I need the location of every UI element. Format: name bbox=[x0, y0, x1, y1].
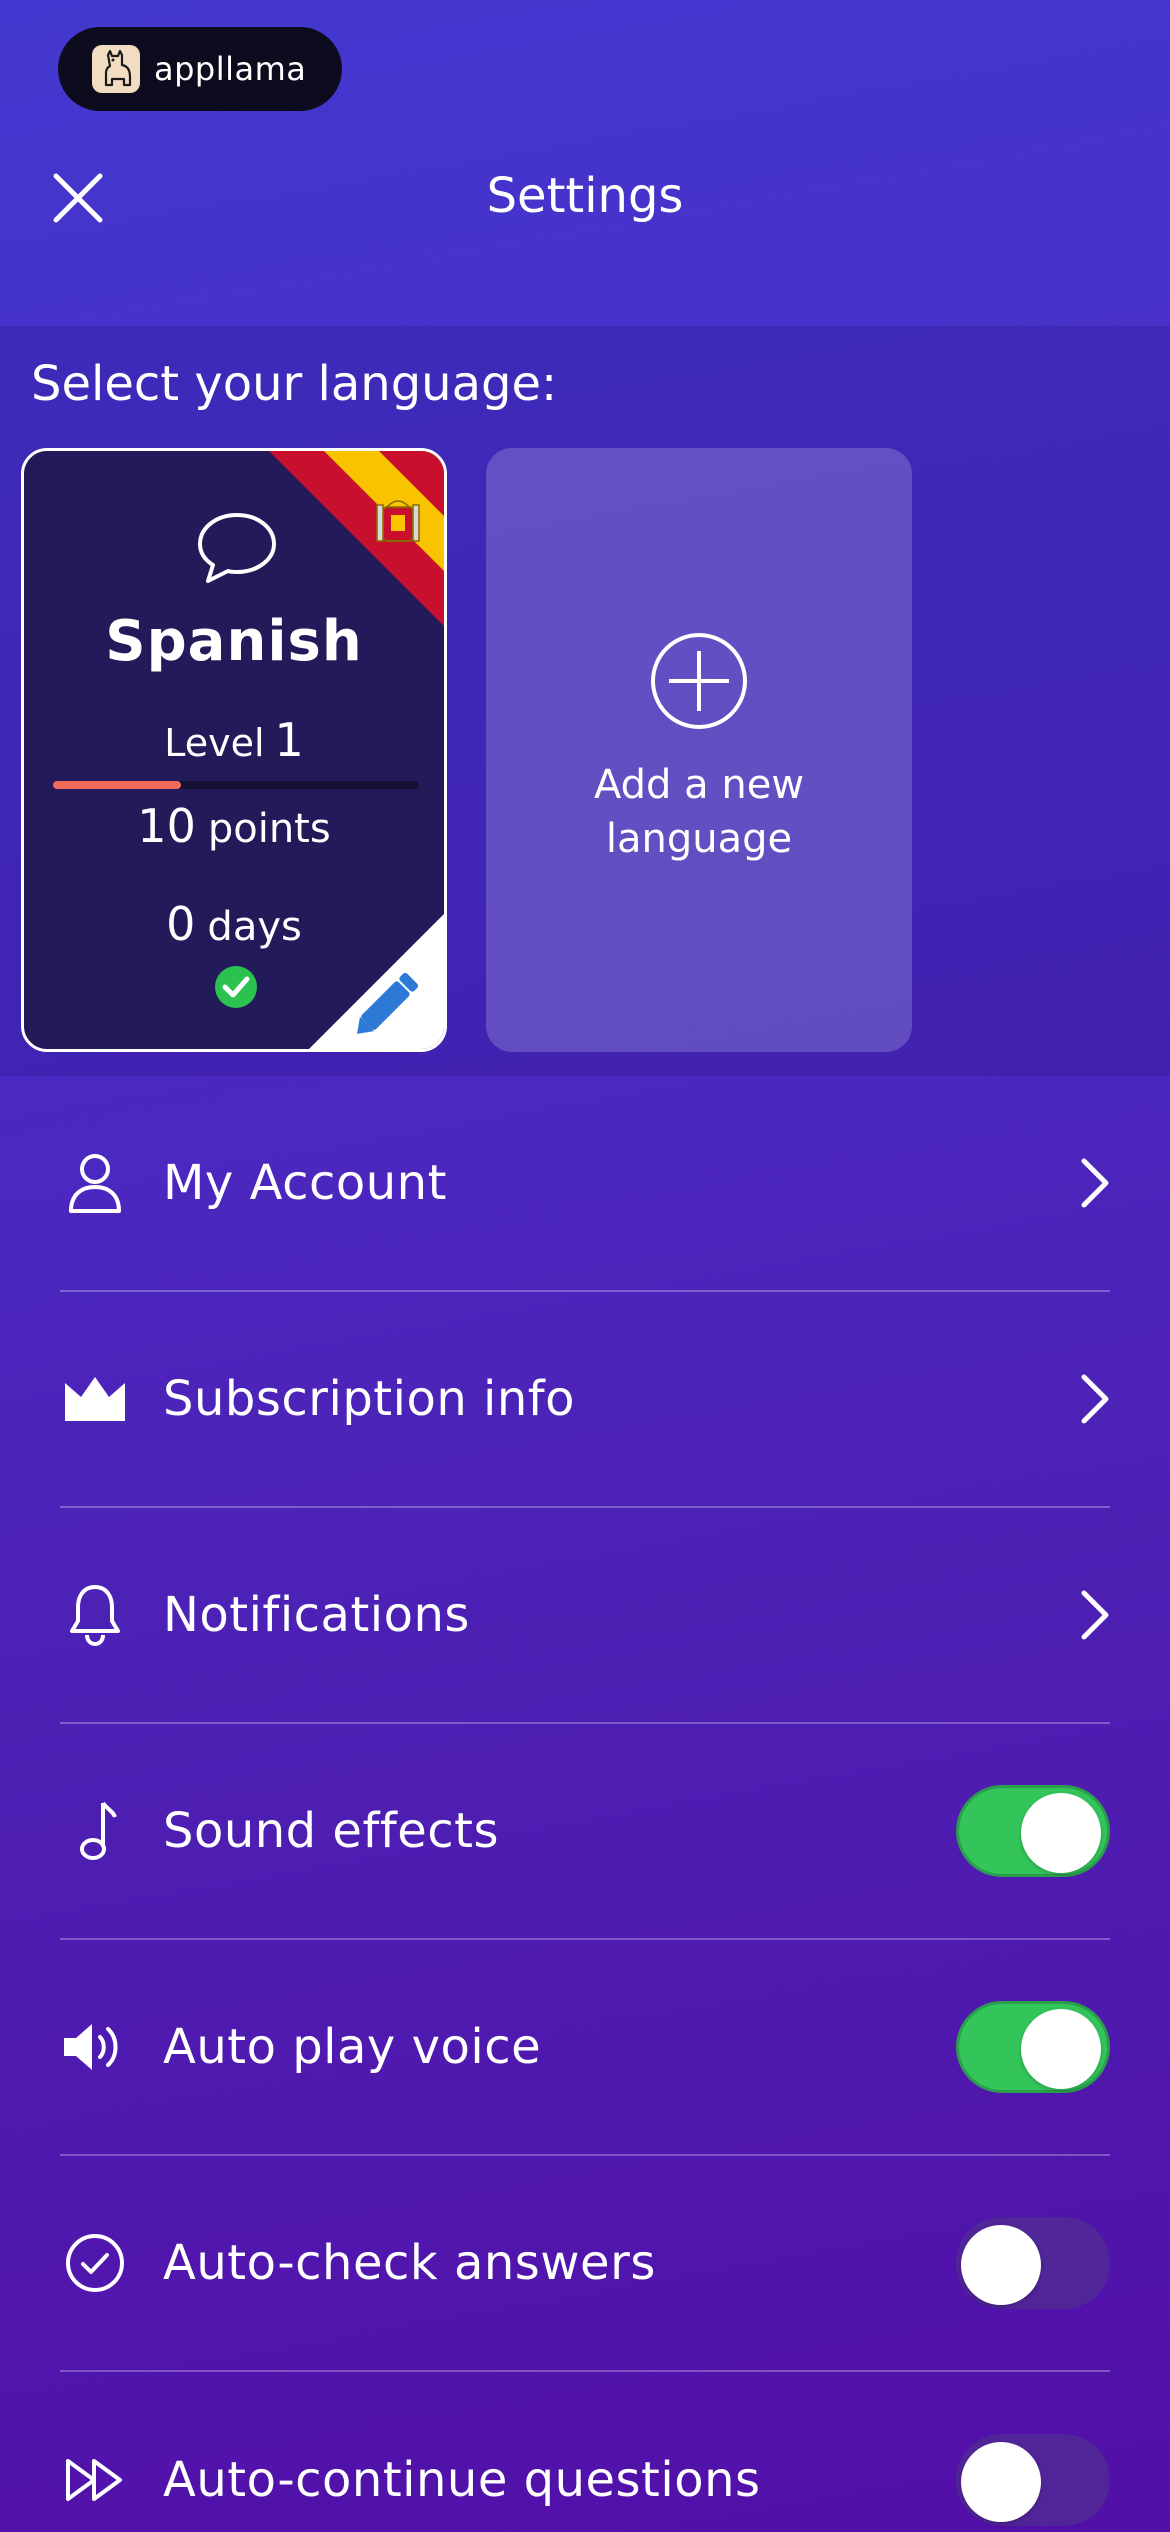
notifications-label: Notifications bbox=[163, 1587, 470, 1643]
spain-flag-icon bbox=[269, 451, 444, 626]
points-label: points bbox=[207, 806, 331, 852]
auto-continue-toggle[interactable] bbox=[956, 2434, 1110, 2526]
page-title: Settings bbox=[486, 168, 684, 224]
level-progress-fill bbox=[53, 781, 182, 789]
speaker-icon bbox=[60, 2012, 130, 2082]
check-circle-outline-icon bbox=[60, 2228, 130, 2298]
llama-logo-icon bbox=[92, 45, 140, 93]
notifications-row[interactable]: Notifications bbox=[60, 1508, 1110, 1724]
chevron-right-icon bbox=[1081, 1590, 1109, 1640]
fast-forward-icon bbox=[60, 2445, 130, 2515]
sound-effects-row: Sound effects bbox=[60, 1724, 1110, 1940]
toggle-knob bbox=[1021, 2009, 1101, 2089]
sound-effects-label: Sound effects bbox=[163, 1803, 499, 1859]
auto-check-toggle[interactable] bbox=[956, 2217, 1110, 2309]
level-progress-bar bbox=[53, 781, 419, 789]
auto-check-label: Auto-check answers bbox=[163, 2235, 656, 2291]
language-card-spanish[interactable]: Spanish Level 1 10 points 0 days bbox=[21, 448, 447, 1052]
my-account-label: My Account bbox=[163, 1155, 447, 1211]
points-value: 10 bbox=[137, 799, 196, 853]
language-name: Spanish bbox=[105, 609, 363, 674]
crown-icon bbox=[60, 1364, 130, 1434]
auto-check-row: Auto-check answers bbox=[60, 2156, 1110, 2372]
subscription-row[interactable]: Subscription info bbox=[60, 1292, 1110, 1508]
brand-pill: appllama bbox=[58, 27, 342, 111]
bell-icon bbox=[60, 1580, 130, 1650]
toggle-knob bbox=[961, 2225, 1041, 2305]
music-note-icon bbox=[60, 1796, 130, 1866]
auto-continue-label: Auto-continue questions bbox=[163, 2452, 761, 2508]
auto-play-voice-row: Auto play voice bbox=[60, 1940, 1110, 2156]
chat-bubble-icon bbox=[198, 513, 276, 583]
level-label: Level bbox=[164, 721, 265, 765]
my-account-row[interactable]: My Account bbox=[60, 1076, 1110, 1292]
points-indicator: 10 points bbox=[24, 799, 444, 853]
brand-name: appllama bbox=[154, 50, 307, 88]
plus-circle-icon bbox=[651, 633, 747, 729]
language-section: Select your language: Spanish Level 1 10… bbox=[0, 326, 1170, 1076]
toggle-knob bbox=[1021, 1793, 1101, 1873]
settings-list: My Account Subscription info Notificatio… bbox=[0, 1076, 1170, 2532]
auto-play-voice-toggle[interactable] bbox=[956, 2001, 1110, 2093]
edit-language-button[interactable] bbox=[309, 914, 444, 1049]
user-icon bbox=[60, 1148, 130, 1218]
auto-continue-row: Auto-continue questions bbox=[60, 2372, 1110, 2532]
check-circle-icon bbox=[215, 966, 257, 1008]
sound-effects-toggle[interactable] bbox=[956, 1785, 1110, 1877]
add-language-button[interactable]: Add a new language bbox=[486, 448, 912, 1052]
days-value: 0 bbox=[166, 897, 196, 951]
level-value: 1 bbox=[274, 713, 304, 767]
level-indicator: Level 1 bbox=[24, 713, 444, 767]
days-label: days bbox=[207, 904, 302, 950]
toggle-knob bbox=[961, 2442, 1041, 2522]
subscription-label: Subscription info bbox=[163, 1371, 576, 1427]
add-language-label: Add a new language bbox=[593, 762, 805, 862]
chevron-right-icon bbox=[1081, 1374, 1109, 1424]
language-prompt: Select your language: bbox=[31, 356, 558, 412]
chevron-right-icon bbox=[1081, 1158, 1109, 1208]
auto-play-voice-label: Auto play voice bbox=[163, 2019, 542, 2075]
